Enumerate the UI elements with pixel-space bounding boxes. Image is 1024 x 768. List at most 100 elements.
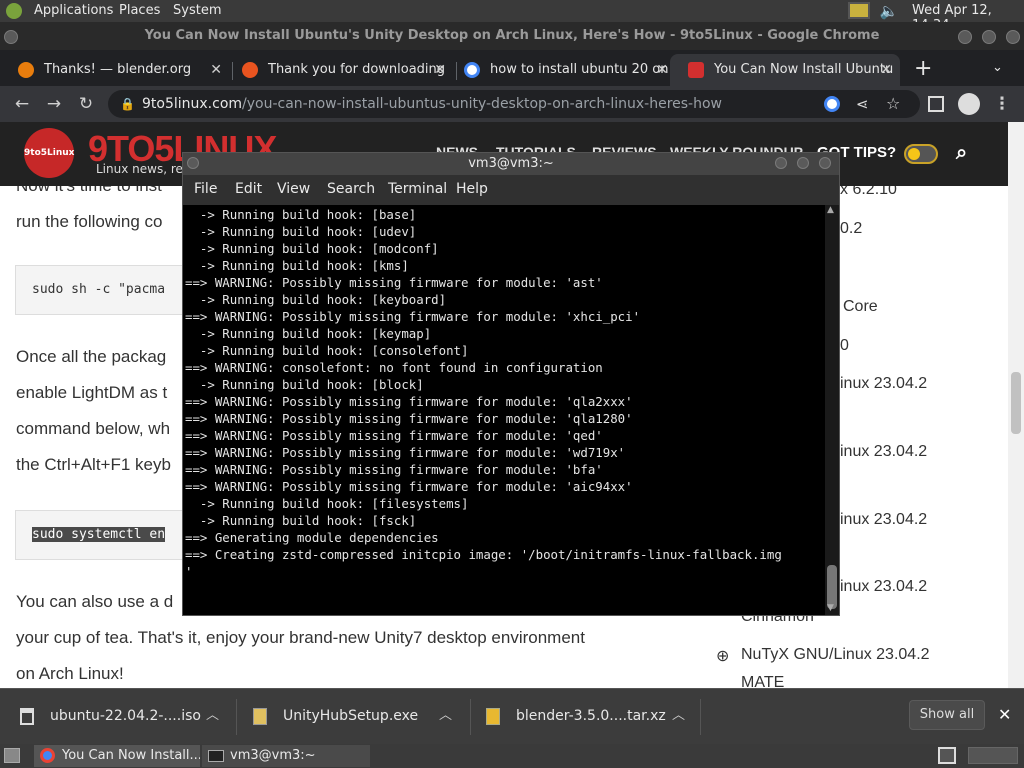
terminal-menu-button[interactable]: [187, 157, 199, 169]
search-icon[interactable]: ⌕: [956, 140, 967, 164]
url-path: /you-can-now-install-ubuntus-unity-deskt…: [242, 96, 722, 112]
chevron-up-icon[interactable]: ︿: [672, 689, 685, 743]
profile-avatar-icon[interactable]: [958, 93, 980, 115]
sidebar-link[interactable]: inux 23.04.2: [840, 578, 927, 596]
menu-kebab-icon[interactable]: ⋮: [992, 94, 1012, 114]
google-icon: [464, 62, 480, 78]
sidebar-link[interactable]: NuTyX GNU/Linux 23.04.2: [741, 646, 930, 664]
sidebar-link[interactable]: MATE: [741, 674, 784, 688]
terminal-minimize-button[interactable]: [775, 157, 787, 169]
address-bar[interactable]: 🔒 9to5linux.com/you-can-now-install-ubun…: [108, 90, 920, 118]
taskbar-item-label: vm3@vm3:~: [230, 748, 316, 763]
site-logo-badge[interactable]: 9to5Linux: [24, 128, 74, 178]
article-text: command below, wh: [16, 419, 171, 438]
scrollbar-thumb[interactable]: [1011, 372, 1021, 434]
reload-icon[interactable]: ↻: [76, 94, 96, 114]
places-menu[interactable]: Places: [119, 3, 160, 18]
maximize-button[interactable]: [982, 30, 996, 44]
notification-icon[interactable]: [848, 2, 870, 19]
tab-9to5linux[interactable]: You Can Now Install Ubuntu ✕: [670, 54, 900, 86]
minimize-button[interactable]: [958, 30, 972, 44]
terminal-output[interactable]: -> Running build hook: [base] -> Running…: [185, 205, 825, 615]
scroll-up-icon[interactable]: ▲: [827, 205, 834, 215]
code-text: sudo sh -c "pacma: [32, 282, 166, 297]
download-item[interactable]: ubuntu-22.04.2-....iso ︿: [20, 689, 235, 745]
lock-icon[interactable]: 🔒: [120, 90, 135, 118]
tab-blender[interactable]: Thanks! — blender.org ✕: [0, 54, 230, 86]
menu-edit[interactable]: Edit: [235, 181, 262, 197]
sidebar-link[interactable]: inux 23.04.2: [840, 511, 927, 529]
shelf-divider: [700, 699, 701, 735]
menu-file[interactable]: File: [194, 181, 217, 197]
article-text: run the following co: [16, 212, 163, 231]
sidebar-link[interactable]: 0.2: [840, 220, 862, 238]
close-window-button[interactable]: [1006, 30, 1020, 44]
terminal-line: -> Running build hook: [keymap]: [185, 326, 432, 341]
chevron-up-icon[interactable]: ︿: [439, 689, 452, 743]
close-shelf-icon[interactable]: ✕: [998, 705, 1011, 724]
terminal-maximize-button[interactable]: [797, 157, 809, 169]
show-desktop-icon[interactable]: [4, 748, 20, 763]
sidebar-link[interactable]: inux 23.04.2: [840, 375, 927, 393]
scroll-down-icon[interactable]: ▼: [827, 603, 834, 613]
workspace-indicator[interactable]: [968, 747, 1018, 764]
menu-view[interactable]: View: [277, 181, 310, 197]
system-menu[interactable]: System: [173, 3, 221, 18]
exe-file-icon: [253, 708, 267, 725]
tab-search-chevron-icon[interactable]: ⌄: [992, 60, 1003, 75]
menu-help[interactable]: Help: [456, 181, 488, 197]
terminal-line: -> Running build hook: [consolefont]: [185, 343, 469, 358]
terminal-scrollbar[interactable]: ▲ ▼: [825, 205, 839, 615]
window-menu-button[interactable]: [4, 30, 18, 44]
taskbar-item-terminal[interactable]: vm3@vm3:~: [202, 745, 370, 767]
taskbar-item-chrome[interactable]: You Can Now Install...: [34, 745, 200, 767]
close-tab-icon[interactable]: ✕: [880, 54, 892, 86]
terminal-title[interactable]: vm3@vm3:~: [183, 153, 839, 175]
tab-google[interactable]: how to install ubuntu 20 on ✕: [446, 54, 676, 86]
sidebar-link[interactable]: Core: [843, 298, 878, 316]
menu-terminal[interactable]: Terminal: [388, 181, 447, 197]
shelf-divider: [236, 699, 237, 735]
terminal-line: ==> WARNING: Possibly missing firmware f…: [185, 462, 603, 477]
terminal-window[interactable]: vm3@vm3:~ File Edit View Search Terminal…: [182, 152, 840, 616]
ubuntu-icon: [242, 62, 258, 78]
tab-ubuntu[interactable]: Thank you for downloading ✕: [224, 54, 454, 86]
distro-icon[interactable]: [6, 3, 22, 19]
dark-mode-toggle[interactable]: [904, 144, 938, 164]
sidebar-link[interactable]: inux 23.04.2: [840, 443, 927, 461]
tab-label: how to install ubuntu 20 on: [490, 62, 669, 77]
terminal-close-button[interactable]: [819, 157, 831, 169]
terminal-line: ==> WARNING: Possibly missing firmware f…: [185, 428, 603, 443]
forward-icon[interactable]: →: [44, 94, 64, 114]
terminal-line: ==> Creating zstd-compressed initcpio im…: [185, 547, 782, 562]
workspace-switcher-icon[interactable]: [938, 747, 956, 764]
terminal-line: ==> WARNING: consolefont: no font found …: [185, 360, 603, 375]
sidebar-link[interactable]: x 6.2.10: [840, 186, 897, 199]
bookmark-star-icon[interactable]: ☆: [886, 90, 900, 118]
terminal-line: -> Running build hook: [block]: [185, 377, 424, 392]
download-item[interactable]: UnityHubSetup.exe ︿: [253, 689, 468, 745]
show-all-button[interactable]: Show all: [909, 700, 985, 730]
selected-code-text: sudo systemctl en: [32, 527, 166, 542]
share-icon[interactable]: ⋖: [856, 90, 869, 118]
terminal-line: -> Running build hook: [udev]: [185, 224, 417, 239]
toggle-knob: [908, 148, 920, 160]
close-tab-icon[interactable]: ✕: [434, 54, 446, 86]
google-lens-icon[interactable]: [824, 96, 840, 112]
close-tab-icon[interactable]: ✕: [210, 54, 222, 86]
new-tab-icon[interactable]: +: [914, 56, 932, 81]
menu-search[interactable]: Search: [327, 181, 375, 197]
page-scrollbar[interactable]: [1008, 122, 1024, 688]
sidebar-link[interactable]: 0: [840, 337, 849, 355]
article-text: Now it's time to inst: [16, 186, 162, 196]
back-icon[interactable]: ←: [12, 94, 32, 114]
article-text: on Arch Linux!: [16, 664, 124, 683]
chevron-up-icon[interactable]: ︿: [206, 689, 219, 743]
terminal-icon: [208, 750, 224, 762]
volume-icon[interactable]: 🔈: [878, 2, 900, 20]
close-tab-icon[interactable]: ✕: [656, 54, 668, 86]
download-item[interactable]: blender-3.5.0....tar.xz ︿: [486, 689, 701, 745]
taskbar: You Can Now Install... vm3@vm3:~: [0, 744, 1024, 768]
side-panel-icon[interactable]: [928, 96, 944, 112]
applications-menu[interactable]: Applications: [34, 3, 113, 18]
